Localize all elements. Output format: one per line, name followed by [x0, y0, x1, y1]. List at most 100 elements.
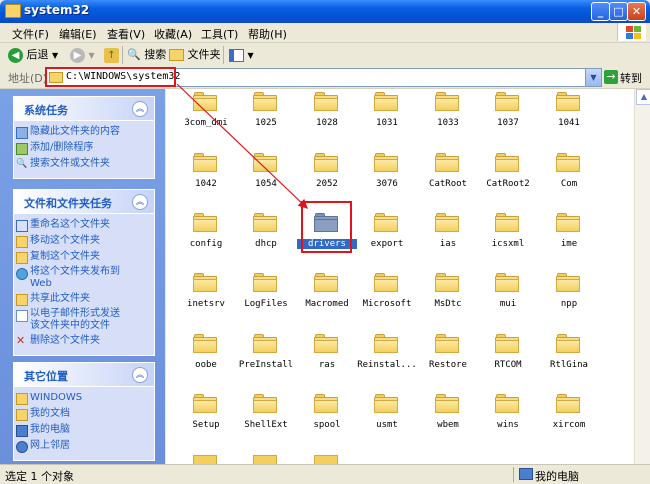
chevron-down-icon[interactable]: ▼	[585, 69, 601, 86]
folder-name: 1041	[558, 118, 580, 128]
add-remove-programs-link[interactable]: 添加/删除程序	[14, 140, 154, 156]
other-places-title: 其它位置	[24, 370, 68, 383]
menu-view[interactable]: 查看(V)	[107, 26, 145, 42]
go-button[interactable]: 转到	[620, 70, 642, 86]
toolbar: ◀ 后退 ▼ ▶ ▼ ↑ 🔍 搜索 文件夹 ▼	[0, 43, 650, 68]
rename-folder-link[interactable]: 重命名这个文件夹	[14, 217, 154, 233]
menu-file[interactable]: 文件(F)	[12, 26, 49, 42]
folder-icon	[556, 212, 580, 232]
link-label: 重命名这个文件夹	[30, 219, 110, 230]
folder-icon	[253, 91, 277, 111]
folder-up-icon: ↑	[104, 47, 119, 63]
folder-name: 1031	[376, 118, 398, 128]
views-button[interactable]: ▼	[229, 46, 254, 64]
folder-icon	[193, 152, 217, 172]
folder-name: LogFiles	[244, 299, 288, 309]
toolbar-separator	[223, 46, 224, 64]
menu-favorites[interactable]: 收藏(A)	[154, 26, 192, 42]
system-tasks-header[interactable]: 系统任务 ︽	[14, 97, 154, 121]
back-label: 后退	[26, 48, 49, 61]
forward-button[interactable]: ▶ ▼	[70, 46, 95, 64]
folder-icon	[253, 152, 277, 172]
maximize-button[interactable]: □	[609, 2, 628, 21]
copy-folder-icon	[16, 252, 28, 264]
folders-button[interactable]: 文件夹	[169, 46, 221, 64]
search-files-link[interactable]: 🔍 搜索文件或文件夹	[14, 156, 154, 172]
folder-icon	[314, 272, 338, 292]
back-arrow-icon: ◀	[8, 47, 23, 63]
link-label: 删除这个文件夹	[30, 335, 100, 346]
link-label: WINDOWS	[30, 392, 83, 403]
publish-folder-link-web[interactable]: Web	[14, 278, 154, 291]
collapse-chevron-icon[interactable]: ︽	[132, 194, 148, 210]
folder-name: 1028	[316, 118, 338, 128]
folder-icon	[253, 272, 277, 292]
windows-folder-link[interactable]: WINDOWS	[14, 390, 154, 406]
status-location: 我的电脑	[535, 470, 579, 483]
back-button[interactable]: ◀ 后退 ▼	[8, 46, 58, 64]
collapse-chevron-icon[interactable]: ︽	[132, 367, 148, 383]
go-arrow-icon[interactable]: →	[604, 70, 618, 84]
search-button[interactable]: 🔍 搜索	[127, 46, 166, 64]
folder-icon	[435, 272, 459, 292]
folder-name: RTCOM	[494, 360, 522, 370]
drivers-highlight-box	[301, 201, 352, 253]
up-folder-button[interactable]: ↑	[104, 46, 119, 64]
delete-folder-link[interactable]: ✕ 删除这个文件夹	[14, 333, 154, 349]
programs-icon	[16, 143, 28, 155]
folder-name: ias	[439, 239, 457, 249]
link-label: 添加/删除程序	[30, 142, 94, 153]
folder-icon	[556, 333, 580, 353]
move-folder-link[interactable]: 移动这个文件夹	[14, 233, 154, 249]
toolbar-separator	[122, 46, 123, 64]
folder-icon	[253, 393, 277, 413]
folder-name: oobe	[195, 360, 217, 370]
network-places-link[interactable]: 网上邻居	[14, 438, 154, 454]
hide-folder-contents-link[interactable]: 隐藏此文件夹的内容	[14, 124, 154, 140]
link-label: 以电子邮件形式发送	[30, 308, 120, 319]
status-selection: 选定 1 个对象	[5, 470, 74, 483]
rename-icon	[16, 220, 28, 232]
folder-icon	[314, 91, 338, 111]
folder-icon	[495, 393, 519, 413]
copy-folder-link[interactable]: 复制这个文件夹	[14, 249, 154, 265]
menu-tools[interactable]: 工具(T)	[201, 26, 238, 42]
file-folder-tasks-header[interactable]: 文件和文件夹任务 ︽	[14, 190, 154, 214]
vertical-scrollbar[interactable]: ▲	[634, 89, 650, 464]
folder-icon	[435, 91, 459, 111]
documents-icon	[16, 409, 28, 421]
link-label: 我的文档	[30, 408, 70, 419]
scroll-up-icon[interactable]: ▲	[636, 89, 650, 105]
folder-icon	[556, 152, 580, 172]
folder-icon	[495, 91, 519, 111]
folder-icon	[253, 212, 277, 232]
minimize-button[interactable]: _	[591, 2, 610, 21]
menu-edit[interactable]: 编辑(E)	[59, 26, 97, 42]
folder-name: ShellExt	[244, 420, 288, 430]
email-folder-link[interactable]: 以电子邮件形式发送	[14, 307, 154, 322]
folder-icon	[556, 393, 580, 413]
collapse-chevron-icon[interactable]: ︽	[132, 101, 148, 117]
close-button[interactable]: ✕	[627, 2, 646, 21]
menu-help[interactable]: 帮助(H)	[248, 26, 287, 42]
folder-icon	[435, 393, 459, 413]
folder-name: ime	[560, 239, 578, 249]
system-tasks-group: 系统任务 ︽ 隐藏此文件夹的内容 添加/删除程序 🔍 搜索文件或文件夹	[13, 96, 155, 179]
other-places-header[interactable]: 其它位置 ︽	[14, 363, 154, 387]
share-folder-link[interactable]: 共享此文件夹	[14, 291, 154, 307]
windows-logo-icon	[617, 23, 646, 41]
email-folder-link-cont[interactable]: 该文件夹中的文件	[14, 320, 154, 333]
delete-icon: ✕	[16, 334, 26, 347]
my-computer-link[interactable]: 我的电脑	[14, 422, 154, 438]
status-divider	[513, 467, 514, 482]
folder-icon	[374, 91, 398, 111]
folder-name: wins	[497, 420, 519, 430]
folder-name: ras	[318, 360, 336, 370]
folder-name: 1037	[497, 118, 519, 128]
title-bar: system32 _ □ ✕	[0, 0, 650, 23]
publish-folder-link[interactable]: 将这个文件夹发布到	[14, 265, 154, 280]
folder-icon	[495, 212, 519, 232]
my-documents-link[interactable]: 我的文档	[14, 406, 154, 422]
file-folder-tasks-group: 文件和文件夹任务 ︽ 重命名这个文件夹 移动这个文件夹 复制这个文件夹 将这个文…	[13, 189, 155, 356]
folder-name: usmt	[376, 420, 398, 430]
